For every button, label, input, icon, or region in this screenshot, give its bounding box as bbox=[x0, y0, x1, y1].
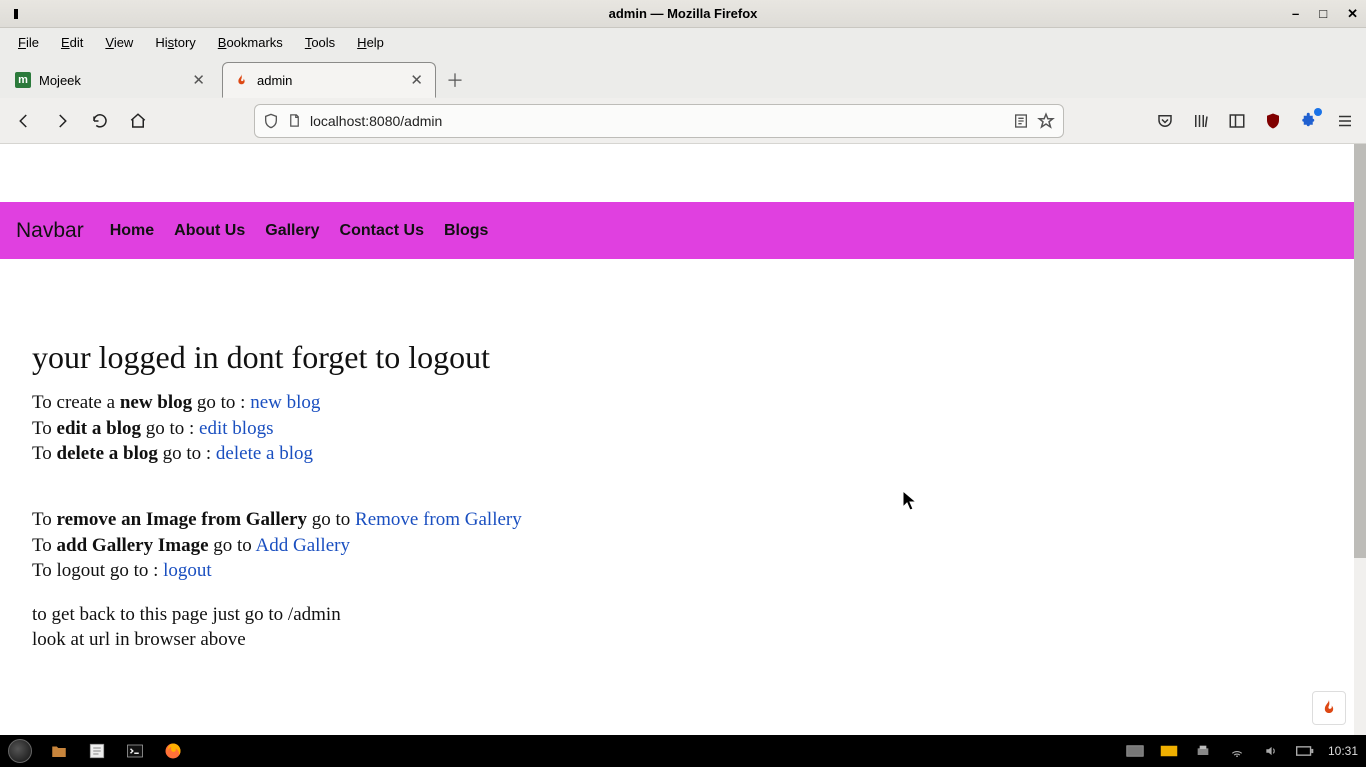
tab-label: admin bbox=[257, 73, 400, 88]
firefox-icon[interactable] bbox=[162, 740, 184, 762]
site-info-icon[interactable] bbox=[287, 113, 302, 128]
line-delete-blog: To delete a blog go to : delete a blog bbox=[32, 441, 1322, 467]
link-edit-blogs[interactable]: edit blogs bbox=[199, 418, 273, 439]
bookmark-star-icon[interactable] bbox=[1037, 112, 1055, 130]
start-menu-button[interactable] bbox=[8, 739, 32, 763]
page-heading: your logged in dont forget to logout bbox=[32, 339, 1322, 376]
nav-about[interactable]: About Us bbox=[174, 222, 245, 240]
forward-button[interactable] bbox=[48, 107, 76, 135]
window-controls: – □ ✕ bbox=[1292, 6, 1358, 22]
link-remove-gallery[interactable]: Remove from Gallery bbox=[355, 509, 522, 530]
menu-edit[interactable]: Edit bbox=[51, 33, 93, 52]
menu-file[interactable]: File bbox=[8, 33, 49, 52]
tray-volume-icon[interactable] bbox=[1260, 740, 1282, 762]
window-maximize-button[interactable]: □ bbox=[1319, 6, 1327, 21]
link-new-blog[interactable]: new blog bbox=[250, 392, 320, 413]
line-logout: To logout go to : logout bbox=[32, 558, 1322, 584]
tab-label: Mojeek bbox=[39, 73, 182, 88]
link-delete-blog[interactable]: delete a blog bbox=[216, 443, 313, 464]
line-add-gallery: To add Gallery Image go to Add Gallery bbox=[32, 533, 1322, 559]
menu-bookmarks[interactable]: Bookmarks bbox=[208, 33, 293, 52]
tray-battery-icon[interactable] bbox=[1294, 740, 1316, 762]
codeigniter-favicon-icon bbox=[233, 72, 249, 88]
codeigniter-debug-badge[interactable] bbox=[1312, 691, 1346, 725]
footer-line-2: look at url in browser above bbox=[32, 627, 1322, 653]
url-text: localhost:8080/admin bbox=[310, 113, 1005, 129]
tray-printer-icon[interactable] bbox=[1192, 740, 1214, 762]
tab-close-button[interactable]: ✕ bbox=[190, 71, 207, 89]
menu-history[interactable]: History bbox=[145, 33, 205, 52]
window-title: admin — Mozilla Firefox bbox=[609, 6, 758, 21]
window-titlebar: admin — Mozilla Firefox – □ ✕ bbox=[0, 0, 1366, 28]
window-close-button[interactable]: ✕ bbox=[1347, 6, 1358, 22]
nav-blogs[interactable]: Blogs bbox=[444, 222, 488, 240]
site-navbar: Navbar Home About Us Gallery Contact Us … bbox=[0, 202, 1354, 259]
hamburger-menu-icon[interactable] bbox=[1334, 110, 1356, 132]
tab-close-button[interactable]: ✕ bbox=[408, 71, 425, 89]
pocket-icon[interactable] bbox=[1154, 110, 1176, 132]
browser-toolbar: localhost:8080/admin bbox=[0, 98, 1366, 144]
reload-button[interactable] bbox=[86, 107, 114, 135]
terminal-icon[interactable] bbox=[124, 740, 146, 762]
shield-icon[interactable] bbox=[263, 113, 279, 129]
extension-puzzle-icon[interactable] bbox=[1298, 110, 1320, 132]
nav-gallery[interactable]: Gallery bbox=[265, 222, 319, 240]
file-manager-icon[interactable] bbox=[48, 740, 70, 762]
tab-mojeek[interactable]: m Mojeek ✕ bbox=[4, 62, 218, 98]
scrollbar-thumb[interactable] bbox=[1354, 144, 1366, 558]
menu-help[interactable]: Help bbox=[347, 33, 394, 52]
nav-home[interactable]: Home bbox=[110, 222, 154, 240]
tray-network-icon[interactable] bbox=[1226, 740, 1248, 762]
line-new-blog: To create a new blog go to : new blog bbox=[32, 390, 1322, 416]
extension-badge bbox=[1314, 108, 1322, 116]
tray-keyboard-icon[interactable] bbox=[1124, 740, 1146, 762]
admin-content: your logged in dont forget to logout To … bbox=[0, 259, 1354, 653]
tray-clock[interactable]: 10:31 bbox=[1328, 744, 1358, 758]
reader-mode-icon[interactable] bbox=[1013, 113, 1029, 129]
address-bar[interactable]: localhost:8080/admin bbox=[254, 104, 1064, 138]
system-tray: 10:31 bbox=[1124, 740, 1358, 762]
menu-tools[interactable]: Tools bbox=[295, 33, 345, 52]
window-minimize-button[interactable]: – bbox=[1292, 6, 1299, 21]
tab-admin[interactable]: admin ✕ bbox=[222, 62, 436, 98]
nav-contact[interactable]: Contact Us bbox=[340, 222, 424, 240]
page-viewport: Navbar Home About Us Gallery Contact Us … bbox=[0, 144, 1354, 735]
text-editor-icon[interactable] bbox=[86, 740, 108, 762]
mojeek-favicon-icon: m bbox=[15, 72, 31, 88]
titlebar-app-indicator bbox=[14, 9, 18, 19]
footer-line-1: to get back to this page just go to /adm… bbox=[32, 602, 1322, 628]
back-button[interactable] bbox=[10, 107, 38, 135]
desktop-taskbar: 10:31 bbox=[0, 735, 1366, 767]
line-edit-blog: To edit a blog go to : edit blogs bbox=[32, 416, 1322, 442]
new-tab-button[interactable]: ＋ bbox=[440, 65, 470, 95]
link-logout[interactable]: logout bbox=[163, 560, 212, 581]
home-button[interactable] bbox=[124, 107, 152, 135]
browser-menubar: File Edit View History Bookmarks Tools H… bbox=[0, 28, 1366, 56]
browser-tabbar: m Mojeek ✕ admin ✕ ＋ bbox=[0, 56, 1366, 98]
library-icon[interactable] bbox=[1190, 110, 1212, 132]
ublock-icon[interactable] bbox=[1262, 110, 1284, 132]
page-scrollbar[interactable] bbox=[1354, 144, 1366, 735]
link-add-gallery[interactable]: Add Gallery bbox=[256, 535, 350, 556]
tray-display-icon[interactable] bbox=[1158, 740, 1180, 762]
line-remove-gallery: To remove an Image from Gallery go to Re… bbox=[32, 507, 1322, 533]
navbar-brand[interactable]: Navbar bbox=[16, 219, 84, 243]
menu-view[interactable]: View bbox=[95, 33, 143, 52]
sidebar-icon[interactable] bbox=[1226, 110, 1248, 132]
